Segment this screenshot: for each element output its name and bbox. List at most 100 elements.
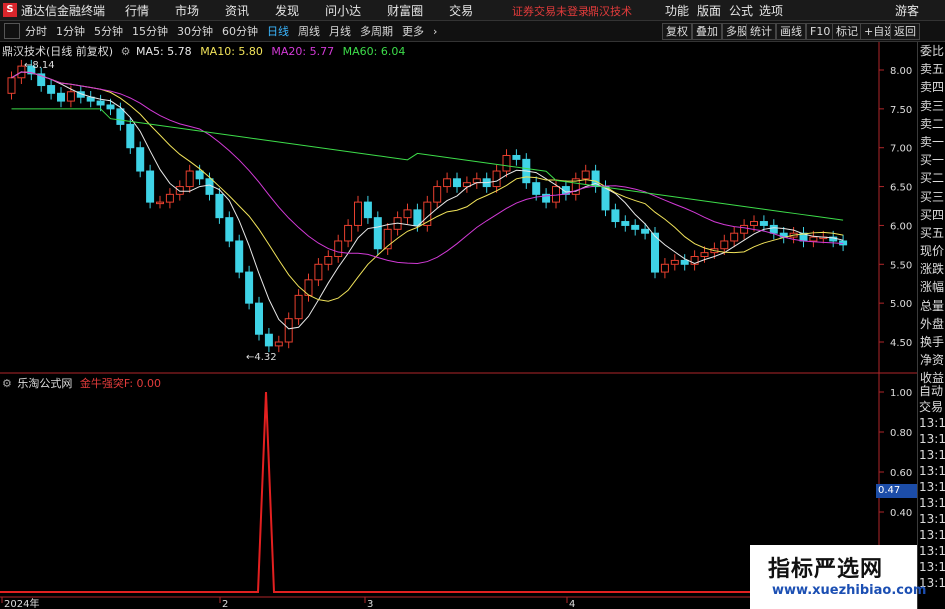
candle-body <box>284 318 293 343</box>
quote-field-label: 涨跌 <box>920 262 945 277</box>
candle-body <box>57 92 65 102</box>
date-tick-label: 3 <box>367 599 373 609</box>
watermark-title: 指标严选网 <box>768 557 884 582</box>
candle-body <box>433 186 442 203</box>
tick-row: 13:13 <box>919 464 945 478</box>
candle-body <box>354 201 362 226</box>
candlesticks <box>7 59 848 353</box>
price-tick-label: 8.00 <box>890 66 912 77</box>
price-tick-label: 7.00 <box>890 144 912 155</box>
candle-body <box>7 77 16 94</box>
candle-body <box>750 221 758 226</box>
candle-body <box>631 224 640 230</box>
candle-body <box>146 170 155 203</box>
tick-row: 13:14 <box>919 560 945 574</box>
low-price-label: ←4.32 <box>246 352 277 363</box>
tick-row: 13:13 <box>919 512 945 526</box>
sub-chart-header: ⚙ 乐淘公式网 金牛强突F: 0.00 <box>2 375 161 391</box>
quote-field-label: 卖三 <box>920 98 945 113</box>
candle-body <box>195 170 204 180</box>
settings-icon[interactable]: ⚙ <box>2 377 12 390</box>
indicator-tick-label: 1.00 <box>890 388 912 399</box>
kline-chart[interactable]: 8.00 7.50 7.00 6.50 6.00 5.50 5.00 4.50 1.00 0.8… <box>0 0 917 609</box>
tick-row: 13:13 <box>919 416 945 430</box>
tick-row: 13:13 <box>919 496 945 510</box>
high-price-label: ←8.14 <box>24 60 55 71</box>
indicator-tick-label: 0.40 <box>890 508 912 519</box>
candle-body <box>413 209 422 226</box>
candle-body <box>363 201 372 219</box>
candle-body <box>106 104 115 110</box>
candle-body <box>373 217 382 250</box>
candle-body <box>156 201 164 205</box>
candle-body <box>255 302 263 335</box>
candle-body <box>621 221 630 226</box>
candle-body <box>403 209 412 219</box>
candle-body <box>601 186 610 211</box>
candle-body <box>245 271 254 304</box>
quote-field-label: 卖四 <box>920 80 945 95</box>
candle-body <box>453 178 461 188</box>
candle-body <box>532 182 541 195</box>
indicator-tick-label: 0.60 <box>890 468 912 479</box>
quote-field-label: 涨幅 <box>920 280 945 295</box>
candle-body <box>611 209 620 223</box>
quote-field-label: 买三 <box>920 189 945 204</box>
quote-field-label: 换手 <box>920 335 945 349</box>
indicator-axis: 1.000.800.600.400.20 <box>879 388 912 559</box>
watermark-url: www.xuezhibiao.com <box>772 583 927 598</box>
tick-row: 13:13 <box>919 480 945 494</box>
candle-body <box>96 100 105 106</box>
candle-body <box>809 236 818 242</box>
candle-body <box>215 193 224 219</box>
current-value-badge: 0.47 <box>876 484 918 498</box>
price-tick-label: 6.50 <box>890 183 912 194</box>
candle-body <box>660 263 669 273</box>
quote-field-label: 外盘 <box>920 316 945 331</box>
candle-body <box>581 170 590 180</box>
candle-body <box>116 108 125 125</box>
tick-row: 13:14 <box>919 544 945 558</box>
candle-body <box>294 294 303 320</box>
quote-field-label: 现价 <box>920 244 945 259</box>
quote-field-label: 买五 <box>920 225 945 240</box>
candle-body <box>47 85 56 94</box>
candle-body <box>165 193 174 203</box>
price-tick-label: 4.50 <box>890 338 912 349</box>
candle-body <box>334 240 343 258</box>
tick-panel: 自动交易 13:13 13:13 13:13 13:13 13:13 13:13 13:13 1… <box>917 383 945 591</box>
candle-body <box>274 341 283 347</box>
candle-body <box>492 170 501 188</box>
candle-body <box>502 154 511 172</box>
candle-body <box>700 252 709 258</box>
price-axis: 8.00 7.50 7.00 6.50 6.00 5.50 5.00 4.50 <box>879 66 912 349</box>
tick-row: 13:14 <box>919 528 945 542</box>
candle-body <box>264 333 273 347</box>
candle-body <box>512 154 521 160</box>
candle-body <box>740 224 749 234</box>
tick-row: 自动 <box>919 384 944 398</box>
candle-body <box>314 263 323 281</box>
indicator-signal-line <box>0 391 879 593</box>
candle-body <box>225 217 234 242</box>
quote-field-label: 买二 <box>920 171 945 186</box>
quote-field-label: 委比 <box>920 44 945 58</box>
candle-body <box>769 224 778 234</box>
candle-body <box>472 178 481 184</box>
tick-row: 交易 <box>919 400 944 414</box>
candle-body <box>344 224 353 242</box>
quote-field-label: 卖一 <box>920 134 945 149</box>
candle-body <box>730 232 739 242</box>
indicator-value: 金牛强突F: 0.00 <box>79 377 162 390</box>
sub-chart-title[interactable]: 乐淘公式网 <box>17 377 72 390</box>
candle-body <box>443 178 452 188</box>
quote-field-label: 卖二 <box>920 116 945 131</box>
candle-body <box>759 221 768 226</box>
watermark: 指标严选网 www.xuezhibiao.com <box>750 545 926 609</box>
date-tick-label: 2024年 <box>4 597 39 609</box>
candle-body <box>680 259 689 265</box>
price-tick-label: 6.00 <box>890 221 912 232</box>
price-tick-label: 5.50 <box>890 260 912 271</box>
candle-body <box>66 91 75 102</box>
tick-row: 13:13 <box>919 448 945 462</box>
